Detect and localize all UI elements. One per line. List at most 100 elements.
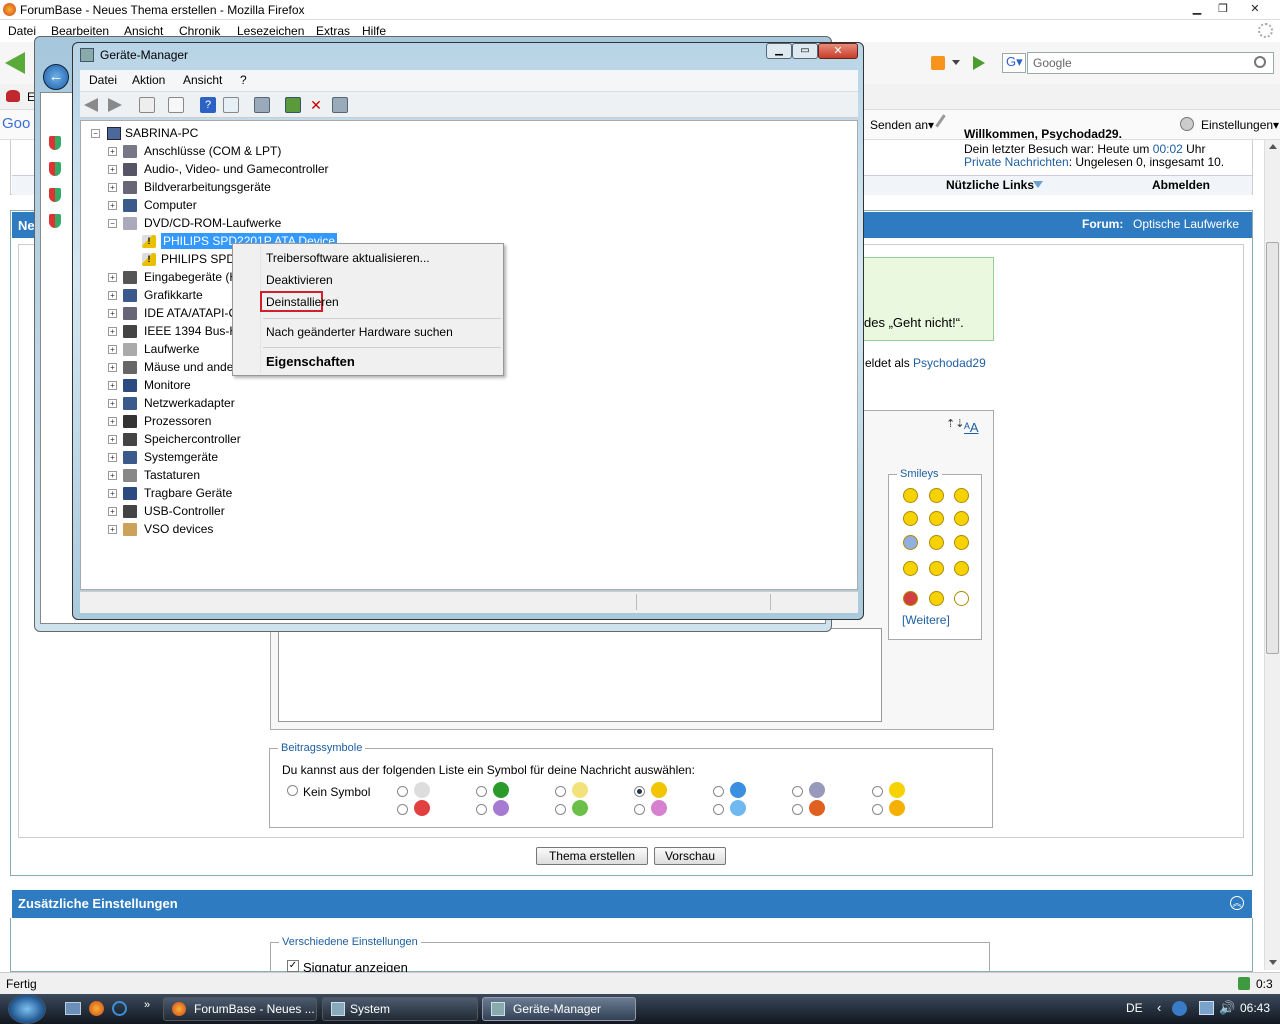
- chevron-down-icon[interactable]: [1033, 181, 1043, 188]
- category-node[interactable]: Tastaturen: [144, 467, 200, 483]
- scan-hardware-icon[interactable]: [254, 97, 270, 113]
- dropdown-arrow-icon[interactable]: [952, 60, 960, 65]
- scroll-thumb[interactable]: [1266, 242, 1279, 654]
- private-messages-link[interactable]: Private Nachrichten: [964, 155, 1069, 169]
- smiley-icon[interactable]: [929, 511, 944, 526]
- collapse-toggle[interactable]: −: [91, 129, 100, 138]
- expand-toggle[interactable]: +: [108, 165, 117, 174]
- smiley-icon[interactable]: [929, 488, 944, 503]
- logout-link[interactable]: Abmelden: [1152, 178, 1210, 192]
- network-tray-icon[interactable]: [1199, 1001, 1214, 1015]
- dm-maximize-button[interactable]: ▭: [792, 43, 818, 59]
- tree-root[interactable]: SABRINA-PC: [125, 125, 198, 141]
- smiley-icon[interactable]: [903, 535, 918, 550]
- expand-toggle[interactable]: +: [108, 309, 117, 318]
- tree-view-icon[interactable]: [139, 97, 155, 113]
- post-symbol-radio[interactable]: [397, 786, 408, 797]
- clock[interactable]: 06:43: [1240, 1001, 1270, 1015]
- category-node[interactable]: Tragbare Geräte: [144, 485, 232, 501]
- smiley-icon[interactable]: [929, 535, 944, 550]
- post-symbol-radio[interactable]: [792, 804, 803, 815]
- dm-menu-ansicht[interactable]: Ansicht: [183, 73, 222, 87]
- dm-minimize-button[interactable]: ▁: [766, 43, 792, 59]
- expand-toggle[interactable]: +: [108, 489, 117, 498]
- post-symbol-radio[interactable]: [792, 786, 803, 797]
- pencil-icon[interactable]: [935, 114, 955, 134]
- start-orb-icon[interactable]: [8, 994, 46, 1024]
- useful-links-menu[interactable]: Nützliche Links: [946, 178, 1034, 192]
- system-back-arrow-icon[interactable]: ←: [43, 64, 69, 90]
- expand-toggle[interactable]: +: [108, 363, 117, 372]
- scroll-down-icon[interactable]: [1269, 960, 1277, 965]
- forward-icon[interactable]: [108, 98, 122, 112]
- smiley-icon[interactable]: [903, 488, 918, 503]
- uninstall-icon[interactable]: ✕: [308, 97, 324, 113]
- font-size-icon[interactable]: ᴬA: [964, 420, 979, 435]
- scroll-up-icon[interactable]: [1269, 144, 1277, 149]
- expand-toggle[interactable]: +: [108, 147, 117, 156]
- task-device-manager[interactable]: Geräte-Manager: [482, 997, 636, 1021]
- properties-icon[interactable]: [168, 97, 184, 113]
- expand-toggle[interactable]: +: [108, 273, 117, 282]
- rss-icon[interactable]: [931, 56, 945, 70]
- category-node[interactable]: IDE ATA/ATAPI-C: [144, 305, 237, 321]
- expand-toggle[interactable]: +: [108, 291, 117, 300]
- bookmark-icon[interactable]: [6, 90, 20, 102]
- post-symbol-radio[interactable]: [476, 786, 487, 797]
- senden-an-button[interactable]: Senden an▾: [870, 118, 934, 132]
- category-node[interactable]: Prozessoren: [144, 413, 211, 429]
- smiley-icon[interactable]: [929, 561, 944, 576]
- expand-toggle[interactable]: +: [108, 471, 117, 480]
- category-node[interactable]: Speichercontroller: [144, 431, 241, 447]
- create-thread-button[interactable]: Thema erstellen: [536, 847, 648, 865]
- category-node[interactable]: Laufwerke: [144, 341, 199, 357]
- smiley-icon[interactable]: [903, 591, 918, 606]
- category-node[interactable]: DVD/CD-ROM-Laufwerke: [144, 215, 281, 231]
- expand-toggle[interactable]: +: [108, 525, 117, 534]
- uninstall-item[interactable]: Deinstallieren: [266, 295, 339, 309]
- volume-icon[interactable]: 🔊: [1219, 1000, 1235, 1016]
- properties-item[interactable]: Eigenschaften: [266, 354, 355, 369]
- einstellungen-button[interactable]: Einstellungen▾: [1201, 118, 1279, 132]
- expand-toggle[interactable]: +: [108, 183, 117, 192]
- search-icon[interactable]: [1254, 56, 1266, 68]
- more-quicklaunch-icon[interactable]: »: [144, 999, 150, 1011]
- expand-toggle[interactable]: +: [108, 417, 117, 426]
- category-node[interactable]: Eingabegeräte (H: [144, 269, 238, 285]
- signature-checkbox[interactable]: ✓: [287, 960, 299, 972]
- category-node[interactable]: Audio-, Video- und Gamecontroller: [144, 161, 329, 177]
- tray-chevron-icon[interactable]: ‹: [1157, 1000, 1161, 1015]
- task-system[interactable]: System: [322, 997, 478, 1021]
- language-indicator[interactable]: DE: [1126, 1001, 1143, 1015]
- post-symbol-radio[interactable]: [713, 786, 724, 797]
- category-node[interactable]: Mäuse und ande: [144, 359, 233, 375]
- post-symbol-radio[interactable]: [634, 804, 645, 815]
- help-icon[interactable]: ?: [200, 97, 216, 113]
- smiley-icon[interactable]: [954, 535, 969, 550]
- ie-quicklaunch-icon[interactable]: [112, 1001, 127, 1016]
- expand-toggle[interactable]: +: [108, 453, 117, 462]
- smiley-icon[interactable]: [903, 561, 918, 576]
- task-forumbase[interactable]: ForumBase - Neues ...: [163, 997, 317, 1021]
- view-icon[interactable]: [223, 97, 239, 113]
- dm-close-button[interactable]: ✕: [818, 43, 858, 59]
- expand-toggle[interactable]: +: [108, 399, 117, 408]
- disable-device-icon[interactable]: [332, 97, 348, 113]
- category-node[interactable]: Bildverarbeitungsgeräte: [144, 179, 271, 195]
- user-link[interactable]: Psychodad29: [913, 356, 986, 370]
- go-icon[interactable]: [973, 56, 985, 70]
- smiley-icon[interactable]: [954, 561, 969, 576]
- message-textarea[interactable]: [278, 628, 882, 722]
- category-node[interactable]: Anschlüsse (COM & LPT): [144, 143, 281, 159]
- maximize-button[interactable]: ❐: [1210, 1, 1236, 17]
- close-button[interactable]: ✕: [1242, 1, 1268, 17]
- scan-hardware-item[interactable]: Nach geänderter Hardware suchen: [266, 325, 453, 339]
- category-node[interactable]: Monitore: [144, 377, 191, 393]
- disable-item[interactable]: Deaktivieren: [266, 273, 333, 287]
- category-node[interactable]: VSO devices: [144, 521, 213, 537]
- post-symbol-radio[interactable]: [634, 786, 645, 797]
- category-node[interactable]: Grafikkarte: [144, 287, 203, 303]
- back-arrow-icon[interactable]: [5, 52, 25, 74]
- collapse-icon[interactable]: ︽: [1230, 896, 1244, 910]
- expand-toggle[interactable]: +: [108, 507, 117, 516]
